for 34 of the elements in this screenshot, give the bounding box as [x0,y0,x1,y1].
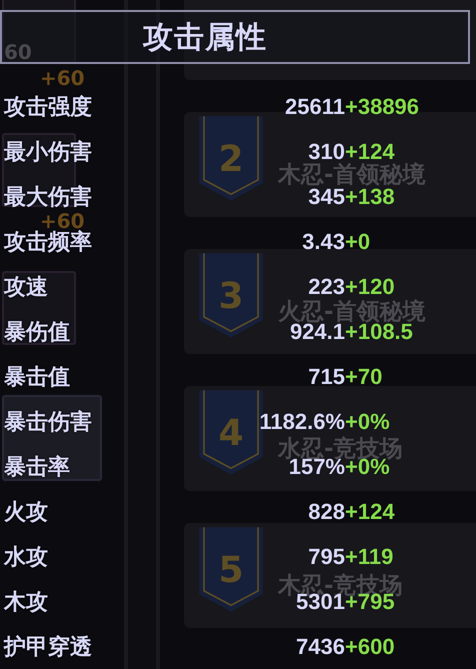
stat-bonus: +38896 [345,94,420,120]
stat-value: 25611 [285,94,345,120]
skill-bonus: +60 [40,68,86,88]
stat-label: 暴击值 [4,364,70,392]
stat-label: 火攻 [4,498,48,526]
stat-bonus: +124 [345,138,395,164]
stat-value: 3.43 [302,228,345,254]
stat-label: 最小伤害 [4,138,92,166]
stat-value: 795 [308,544,345,570]
stat-bonus: +119 [345,544,394,570]
stat-bonus: +0% [345,408,391,434]
stat-bonus: +124 [345,498,396,524]
stat-label: 最大伤害 [4,184,92,212]
stat-label: 暴击率 [4,454,70,482]
panel-title: 攻击属性 [143,18,267,56]
stat-value: 345 [308,184,345,210]
stat-label: 攻速 [4,274,48,302]
stat-label: 水攻 [4,544,48,572]
stat-value: 715 [308,364,345,390]
stat-label: 攻击频率 [4,228,92,256]
stat-value: 310 [308,138,345,164]
stat-bonus: +70 [345,364,384,390]
stat-label: 护甲穿透 [4,634,92,662]
stat-label: 木攻 [4,588,48,616]
stat-bonus: +600 [345,634,396,660]
stat-value: 828 [308,498,345,524]
skill-bonus: +60 [40,211,85,231]
stat-value: 7436 [296,634,345,660]
stat-label: 暴击伤害 [4,408,92,436]
stat-label: 攻击强度 [4,94,92,122]
stat-bonus: +120 [345,274,396,300]
stat-value: 223 [308,274,345,300]
stat-bonus: +0 [345,228,372,254]
stat-label: 暴伤值 [4,318,70,346]
